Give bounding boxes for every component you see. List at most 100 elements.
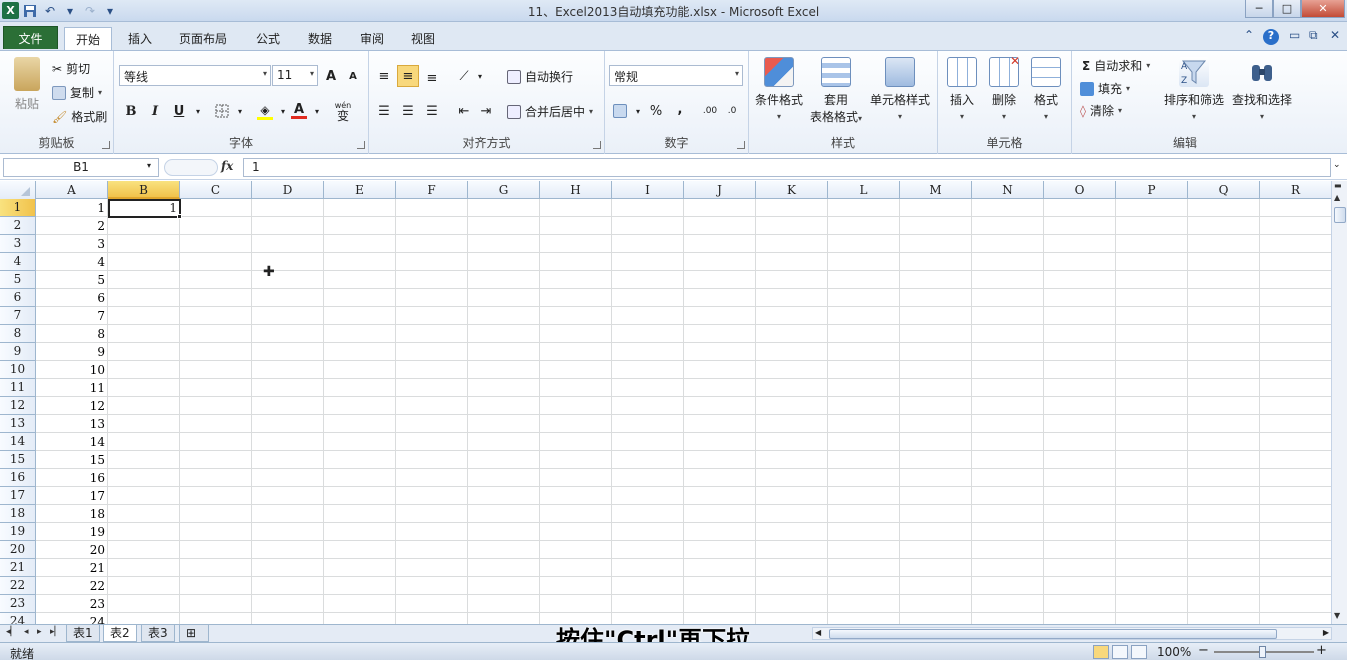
cell-a12[interactable]: 12 xyxy=(36,397,108,415)
paste-button[interactable]: 粘贴 xyxy=(8,57,46,112)
column-header-j[interactable]: J xyxy=(684,181,756,199)
cell-a5[interactable]: 5 xyxy=(36,271,108,289)
cell-a21[interactable]: 21 xyxy=(36,559,108,577)
merge-center-button[interactable]: 合并后居中 ▾ xyxy=(507,103,593,120)
minimize-button[interactable]: ─ xyxy=(1245,0,1273,18)
column-header-r[interactable]: R xyxy=(1260,181,1331,199)
dialog-launcher-icon[interactable] xyxy=(102,141,110,149)
cell-a23[interactable]: 23 xyxy=(36,595,108,613)
font-name-select[interactable]: 等线 ▾ xyxy=(119,65,271,86)
dialog-launcher-icon[interactable] xyxy=(737,141,745,149)
tab-view[interactable]: 视图 xyxy=(403,27,443,50)
row-header-15[interactable]: 15 xyxy=(0,451,36,469)
orientation-dropdown-icon[interactable]: ▾ xyxy=(469,65,491,87)
normal-view-button[interactable] xyxy=(1093,645,1109,659)
align-right-icon[interactable]: ☰ xyxy=(421,100,443,122)
name-box[interactable]: B1 xyxy=(3,158,159,177)
first-sheet-icon[interactable]: ◂▏ xyxy=(6,627,17,637)
split-handle-icon[interactable]: ▬ xyxy=(1334,181,1342,190)
autosum-button[interactable]: Σ 自动求和 ▾ xyxy=(1082,57,1150,74)
cell-a8[interactable]: 8 xyxy=(36,325,108,343)
column-header-o[interactable]: O xyxy=(1044,181,1116,199)
sort-filter-button[interactable]: AZ 排序和筛选 ▾ xyxy=(1160,57,1228,122)
horizontal-scrollbar[interactable]: ◀ ▶ xyxy=(812,627,1332,640)
next-sheet-icon[interactable]: ▸ xyxy=(37,627,42,637)
tab-file[interactable]: 文件 xyxy=(3,26,58,49)
cell-a18[interactable]: 18 xyxy=(36,505,108,523)
column-header-d[interactable]: D xyxy=(252,181,324,199)
doc-minimize-icon[interactable]: ▭ xyxy=(1289,28,1300,42)
number-format-select[interactable]: 常规 ▾ xyxy=(609,65,743,86)
cell-a13[interactable]: 13 xyxy=(36,415,108,433)
copy-button[interactable]: 复制 ▾ xyxy=(52,84,102,101)
sheet-tab-1[interactable]: 表1 xyxy=(66,625,100,642)
row-header-7[interactable]: 7 xyxy=(0,307,36,325)
row-header-17[interactable]: 17 xyxy=(0,487,36,505)
row-header-11[interactable]: 11 xyxy=(0,379,36,397)
row-header-22[interactable]: 22 xyxy=(0,577,36,595)
row-header-13[interactable]: 13 xyxy=(0,415,36,433)
tab-insert[interactable]: 插入 xyxy=(120,27,160,50)
cell-area[interactable]: 1 2 3 4 5 6 7 8 9 10 11 12 13 14 15 16 17 18 19 20 21 22 23 24 xyxy=(36,199,1331,624)
cell-a4[interactable]: 4 xyxy=(36,253,108,271)
cell-a24[interactable]: 24 xyxy=(36,613,108,624)
increase-indent-icon[interactable]: ⇥ xyxy=(475,100,497,122)
sheet-tab-3[interactable]: 表3 xyxy=(141,625,175,642)
column-header-k[interactable]: K xyxy=(756,181,828,199)
tab-data[interactable]: 数据 xyxy=(300,27,340,50)
cut-button[interactable]: ✂ 剪切 xyxy=(52,60,90,77)
align-middle-icon[interactable]: ≡ xyxy=(397,65,419,87)
comma-button[interactable]: , xyxy=(669,98,691,120)
last-sheet-icon[interactable]: ▸▏ xyxy=(50,627,61,637)
phonetic-button[interactable]: wén 变 xyxy=(330,100,356,122)
row-header-8[interactable]: 8 xyxy=(0,325,36,343)
scroll-down-icon[interactable]: ▼ xyxy=(1334,611,1340,620)
row-header-2[interactable]: 2 xyxy=(0,217,36,235)
zoom-slider-knob[interactable] xyxy=(1259,646,1266,658)
tab-page-layout[interactable]: 页面布局 xyxy=(171,27,235,50)
row-header-4[interactable]: 4 xyxy=(0,253,36,271)
row-header-18[interactable]: 18 xyxy=(0,505,36,523)
tab-formulas[interactable]: 公式 xyxy=(248,27,288,50)
bold-button[interactable]: B xyxy=(120,100,142,122)
zoom-in-button[interactable]: + xyxy=(1316,643,1327,658)
select-all-corner[interactable] xyxy=(0,181,36,199)
row-header-16[interactable]: 16 xyxy=(0,469,36,487)
row-header-6[interactable]: 6 xyxy=(0,289,36,307)
column-header-e[interactable]: E xyxy=(324,181,396,199)
zoom-level[interactable]: 100% xyxy=(1157,645,1191,659)
underline-dropdown-icon[interactable]: ▾ xyxy=(187,100,209,122)
dialog-launcher-icon[interactable] xyxy=(357,141,365,149)
row-header-5[interactable]: 5 xyxy=(0,271,36,289)
font-color-dropdown-icon[interactable]: ▾ xyxy=(306,100,328,122)
row-header-20[interactable]: 20 xyxy=(0,541,36,559)
cell-a15[interactable]: 15 xyxy=(36,451,108,469)
cell-a7[interactable]: 7 xyxy=(36,307,108,325)
row-header-23[interactable]: 23 xyxy=(0,595,36,613)
increase-decimal-button[interactable]: .00 xyxy=(699,100,721,122)
fill-handle[interactable] xyxy=(177,214,182,219)
shrink-font-button[interactable]: A xyxy=(342,65,364,87)
formula-expand-handle[interactable] xyxy=(164,159,218,176)
doc-close-icon[interactable]: ✕ xyxy=(1330,28,1340,42)
scroll-up-icon[interactable]: ▲ xyxy=(1334,193,1340,202)
cell-a20[interactable]: 20 xyxy=(36,541,108,559)
column-header-b[interactable]: B xyxy=(108,181,180,199)
cell-a6[interactable]: 6 xyxy=(36,289,108,307)
column-header-i[interactable]: I xyxy=(612,181,684,199)
align-top-icon[interactable]: ≡ xyxy=(373,65,395,87)
row-header-10[interactable]: 10 xyxy=(0,361,36,379)
grow-font-button[interactable]: A xyxy=(320,65,342,87)
active-cell-b1[interactable]: 1 xyxy=(108,199,181,218)
align-center-icon[interactable]: ☰ xyxy=(397,100,419,122)
column-header-p[interactable]: P xyxy=(1116,181,1188,199)
decrease-decimal-button[interactable]: .0 xyxy=(721,100,743,122)
column-header-c[interactable]: C xyxy=(180,181,252,199)
align-left-icon[interactable]: ☰ xyxy=(373,100,395,122)
conditional-format-button[interactable]: 条件格式 ▾ xyxy=(751,57,807,122)
zoom-out-button[interactable]: − xyxy=(1198,643,1209,658)
vertical-scrollbar[interactable]: ▬ ▲ ▼ xyxy=(1331,181,1347,624)
row-header-24[interactable]: 24 xyxy=(0,613,36,624)
page-layout-view-button[interactable] xyxy=(1112,645,1128,659)
formula-bar-expand-icon[interactable]: ⌄ xyxy=(1333,160,1341,170)
